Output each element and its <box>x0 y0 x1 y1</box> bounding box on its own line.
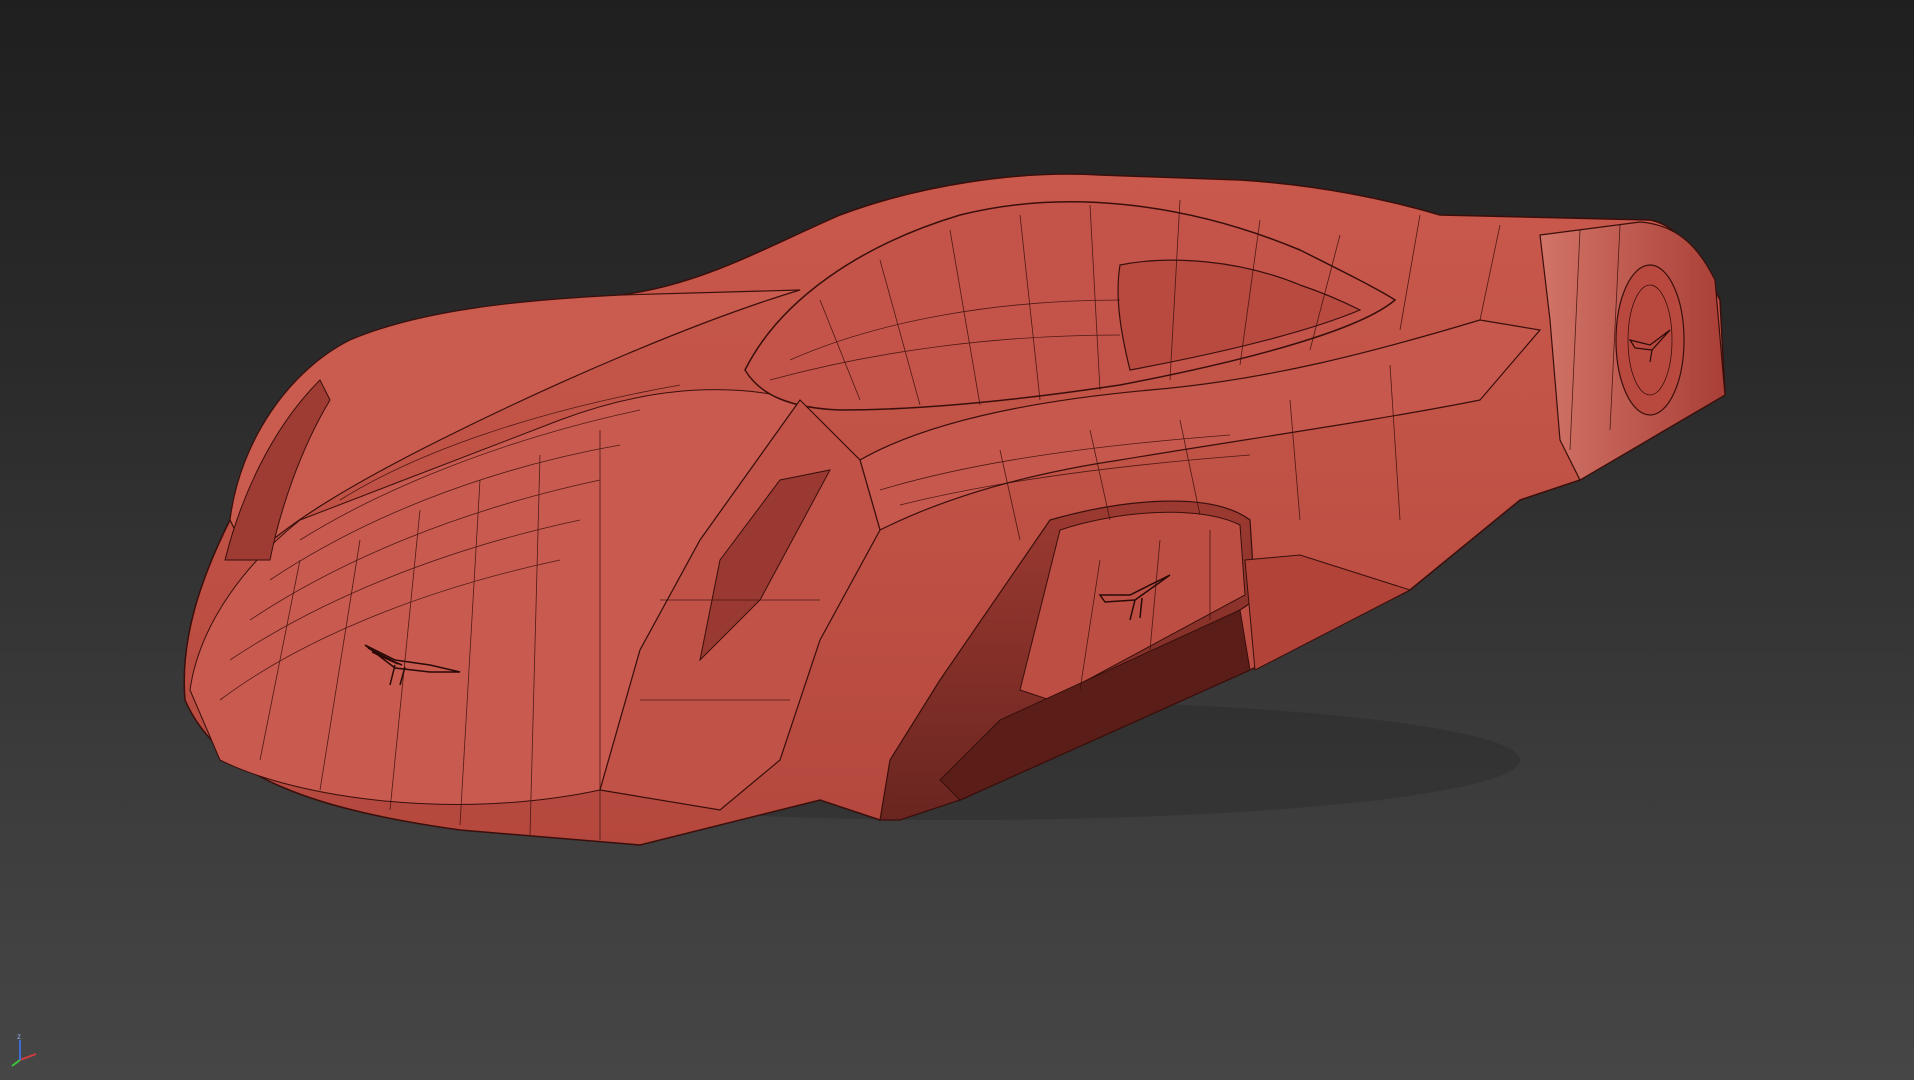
y-axis-line <box>11 1059 21 1067</box>
rear-disc <box>1615 264 1685 416</box>
model-render[interactable] <box>0 0 1914 1080</box>
axis-gizmo: z <box>11 1032 37 1067</box>
z-axis-label: z <box>17 1032 21 1041</box>
3d-viewport[interactable]: z <box>0 0 1914 1080</box>
x-axis-line <box>19 1053 37 1061</box>
